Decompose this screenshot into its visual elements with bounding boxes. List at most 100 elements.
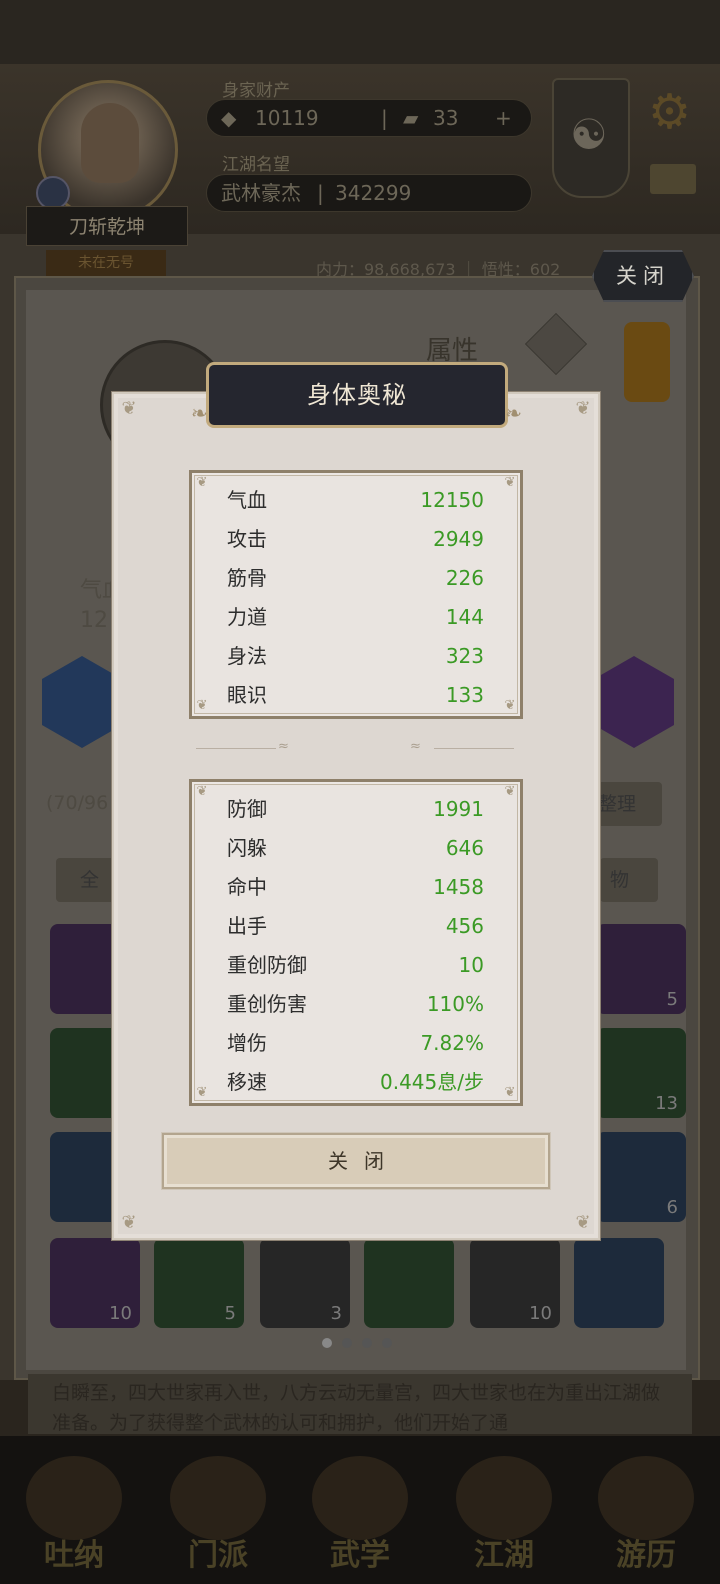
section-divider: ≈ ≈: [196, 739, 516, 756]
nav-martial[interactable]: 武学: [300, 1530, 420, 1574]
dialog-title-bar: ❧ 身体奥秘 ❧: [191, 362, 522, 428]
stat-row: 出手 456: [192, 907, 520, 946]
inventory-slot[interactable]: 10: [50, 1238, 140, 1328]
sect-emblem-icon[interactable]: [552, 78, 630, 198]
stat-row: 重创防御 10: [192, 946, 520, 985]
player-name: 刀斩乾坤: [26, 206, 188, 246]
stat-row: 重创伤害 110%: [192, 985, 520, 1024]
inventory-slot[interactable]: 13: [596, 1028, 686, 1118]
nav-travel-icon: [598, 1456, 694, 1540]
gear-icon[interactable]: ⚙: [648, 88, 691, 136]
filter-items-tab[interactable]: 物: [600, 858, 658, 902]
stat-label: 出手: [227, 914, 267, 938]
rank-title: 武林豪杰: [221, 181, 301, 205]
combat-stats-box: ❦ ❦ ❦ ❦ 防御 1991 闪躲 646 命中 1458 出手 456 重创防御 10…: [189, 779, 523, 1106]
stat-label: 防御: [227, 797, 267, 821]
inventory-count: (70/96: [46, 792, 109, 814]
level-badge: [36, 176, 70, 210]
page-indicator: [322, 1338, 392, 1348]
stat-value: 646: [445, 836, 484, 860]
stat-label: 移速: [227, 1070, 267, 1094]
resources-label: 身家财产: [222, 81, 290, 101]
filter-all-tab[interactable]: 全: [56, 858, 116, 902]
stat-row: 筋骨 226: [192, 559, 520, 598]
nav-jianghu-icon: [456, 1456, 552, 1540]
partial-hp-value: 12: [80, 608, 108, 633]
nav-travel[interactable]: 游历: [586, 1530, 706, 1574]
item-count: 3: [330, 1303, 342, 1324]
add-currency-button[interactable]: +: [495, 100, 512, 136]
fame-label: 江湖名望: [222, 155, 290, 175]
inventory-slot[interactable]: [574, 1238, 664, 1328]
top-stats-line: 内力：98,668,673 ｜ 悟性：602: [316, 260, 561, 279]
fame-value: 342299: [335, 181, 412, 205]
stat-label: 眼识: [227, 683, 267, 707]
stat-row: 闪躲 646: [192, 829, 520, 868]
corner-ornament-icon: ❦: [121, 398, 137, 419]
title-wing-right-icon: ❧: [505, 401, 523, 425]
dialog-close-button[interactable]: 关闭: [162, 1133, 550, 1189]
inventory-slot[interactable]: 5: [596, 924, 686, 1014]
stat-value: 10: [458, 953, 484, 977]
stat-value: 1991: [433, 797, 484, 821]
corner-ornament-icon: ❦: [575, 398, 591, 419]
stat-label: 筋骨: [227, 566, 267, 590]
gold-icon: ◆: [221, 106, 237, 130]
charm-icon[interactable]: [624, 322, 670, 402]
nav-breathing[interactable]: 吐纳: [14, 1530, 134, 1574]
stat-value: 7.82%: [420, 1031, 484, 1055]
panel-close-button[interactable]: 关闭: [592, 250, 694, 302]
currency-2-value: 33: [433, 106, 459, 130]
stat-row: 气血 12150: [192, 481, 520, 520]
stat-value: 226: [445, 566, 484, 590]
stat-label: 增伤: [227, 1031, 267, 1055]
item-count: 13: [655, 1093, 678, 1114]
story-text: 白瞬至，四大世家再入世，八方云动无量宫，四大世家也在为重出江湖做准备。为了获得整…: [28, 1374, 692, 1434]
stat-value: 1458: [433, 875, 484, 899]
inventory-slot[interactable]: 5: [154, 1238, 244, 1328]
divider-ornament-icon: ≈: [410, 739, 421, 754]
player-title-tag: 未在无号: [46, 250, 166, 276]
stat-value: 133: [445, 683, 484, 707]
inventory-slot[interactable]: 10: [470, 1238, 560, 1328]
stat-label: 身法: [227, 644, 267, 668]
stat-value: 144: [445, 605, 484, 629]
stat-label: 气血: [227, 488, 267, 512]
base-stats-box: ❦ ❦ ❦ ❦ 气血 12150 攻击 2949 筋骨 226 力道 144 身法 323…: [189, 470, 523, 719]
currency-1-value: 10119: [255, 106, 319, 130]
item-count: 5: [224, 1303, 236, 1324]
currency-bar: ◆ 10119 | ▰ 33 +: [206, 99, 532, 137]
stat-label: 命中: [227, 875, 267, 899]
stat-row: 增伤 7.82%: [192, 1024, 520, 1063]
corner-ornament-icon: ❦: [575, 1212, 591, 1233]
stat-label: 力道: [227, 605, 267, 629]
stat-row: 防御 1991: [192, 790, 520, 829]
stat-label: 闪躲: [227, 836, 267, 860]
mail-icon[interactable]: [650, 164, 696, 194]
stat-label: 攻击: [227, 527, 267, 551]
stat-label: 重创伤害: [227, 992, 307, 1016]
nav-martial-icon: [312, 1456, 408, 1540]
item-count: 6: [666, 1197, 678, 1218]
dialog-title: 身体奥秘: [307, 381, 407, 409]
inventory-slot[interactable]: [364, 1238, 454, 1328]
separator: |: [381, 106, 388, 130]
nav-sect[interactable]: 门派: [158, 1530, 278, 1574]
stat-row: 移速 0.445息/步: [192, 1063, 520, 1102]
stat-value: 456: [445, 914, 484, 938]
stat-row: 眼识 133: [192, 676, 520, 715]
stat-row: 命中 1458: [192, 868, 520, 907]
item-count: 5: [666, 989, 678, 1010]
inventory-slot[interactable]: 3: [260, 1238, 350, 1328]
inventory-slot[interactable]: 6: [596, 1132, 686, 1222]
corner-ornament-icon: ❦: [121, 1212, 137, 1233]
stat-row: 力道 144: [192, 598, 520, 637]
nav-sect-icon: [170, 1456, 266, 1540]
stat-row: 攻击 2949: [192, 520, 520, 559]
sort-button[interactable]: 整理: [592, 782, 662, 826]
stat-label: 重创防御: [227, 953, 307, 977]
nav-breathing-icon: [26, 1456, 122, 1540]
nav-jianghu[interactable]: 江湖: [444, 1530, 564, 1574]
stat-value: 323: [445, 644, 484, 668]
fame-bar: 武林豪杰 | 342299: [206, 174, 532, 212]
